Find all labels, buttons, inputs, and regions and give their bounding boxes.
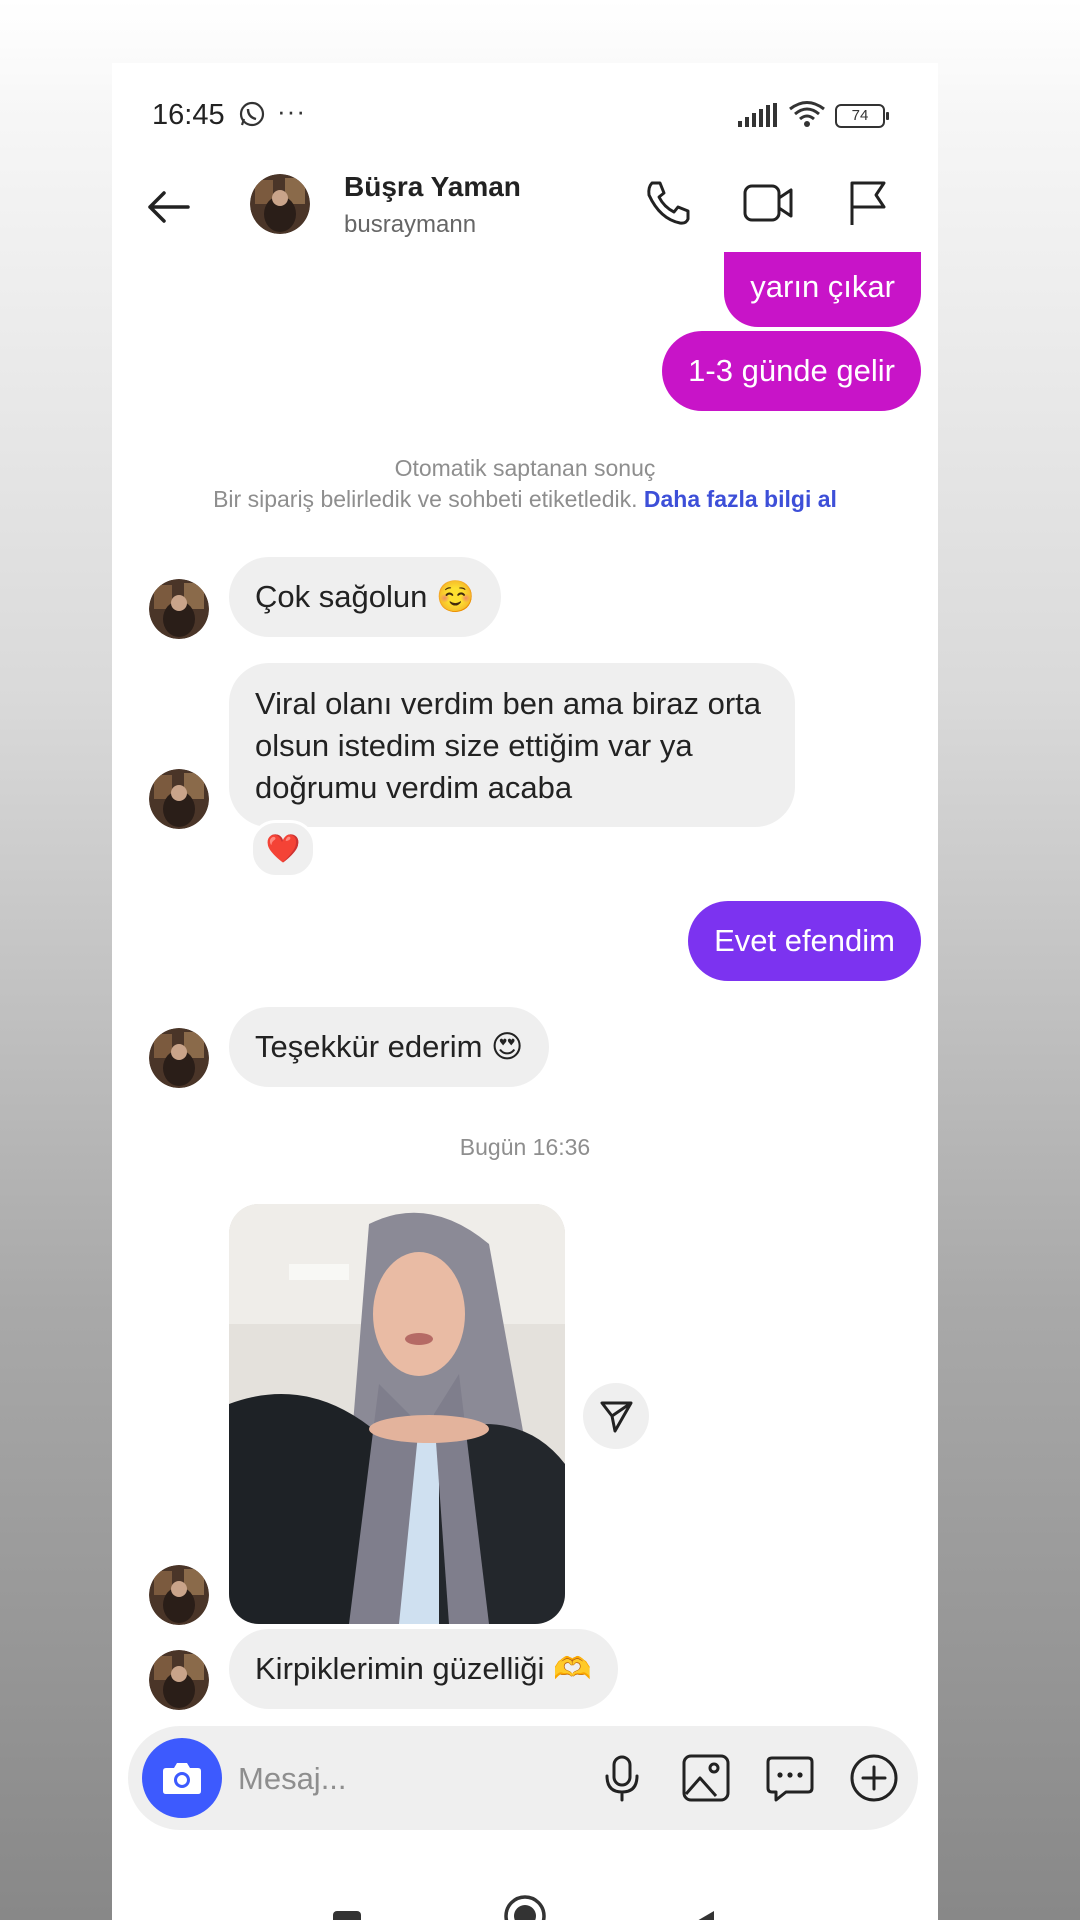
share-icon [600,1401,633,1433]
status-time: 16:45 [152,99,225,131]
auto-detect-title: Otomatik saptanan sonuç [394,455,656,481]
learn-more-link[interactable]: Daha fazla bilgi al [644,486,837,512]
phone-icon[interactable] [640,175,696,231]
message-composer [128,1726,918,1830]
incoming-message[interactable]: Viral olanı verdim ben ama biraz orta ol… [229,663,795,827]
sticker-icon[interactable] [764,1752,816,1804]
wifi-icon [789,101,825,127]
whatsapp-icon [239,101,265,127]
date-separator: Bugün 16:36 [459,1134,591,1160]
mic-icon[interactable] [596,1752,648,1804]
photo-message[interactable] [229,1204,565,1624]
plus-icon[interactable] [848,1752,900,1804]
share-button[interactable] [583,1383,649,1449]
battery-indicator: 74 [835,104,889,128]
outgoing-message[interactable]: yarın çıkar [724,252,921,327]
message-input[interactable] [236,1753,570,1805]
signal-icon [738,103,777,127]
sender-avatar[interactable] [149,1028,209,1088]
nav-back-icon[interactable] [686,1909,718,1920]
auto-detect-notice: Bir sipariş belirledik ve sohbeti etiket… [112,486,938,513]
incoming-message[interactable]: Çok sağolun ☺️ [229,557,501,637]
incoming-message[interactable]: Teşekkür ederim 😍 [229,1007,550,1087]
incoming-message[interactable]: Kirpiklerimin güzelliği 🫶 [229,1629,618,1709]
nav-home-icon[interactable] [502,1893,548,1920]
chat-screen: 16:45 ··· 74 Büşra Yaman busraymann yarı… [112,63,938,1920]
selfie-photo [229,1204,565,1624]
sender-avatar[interactable] [149,769,209,829]
gallery-icon[interactable] [680,1752,732,1804]
heart-reaction[interactable]: ❤️ [250,820,316,878]
sender-avatar[interactable] [149,579,209,639]
flag-icon[interactable] [840,175,896,231]
camera-icon [163,1763,201,1794]
outgoing-message[interactable]: Evet efendim [688,901,921,981]
sender-avatar[interactable] [149,1565,209,1625]
status-more-dots: ··· [277,96,306,126]
back-arrow-icon[interactable] [142,181,194,233]
sender-avatar[interactable] [149,1650,209,1710]
contact-username[interactable]: busraymann [344,211,476,239]
camera-button[interactable] [142,1738,222,1818]
auto-detect-text: Bir sipariş belirledik ve sohbeti etiket… [213,486,638,512]
outgoing-message[interactable]: 1-3 günde gelir [662,331,921,411]
nav-square-icon[interactable] [331,1909,363,1920]
contact-name[interactable]: Büşra Yaman [344,171,521,203]
contact-avatar[interactable] [250,174,310,234]
video-icon[interactable] [740,175,796,231]
